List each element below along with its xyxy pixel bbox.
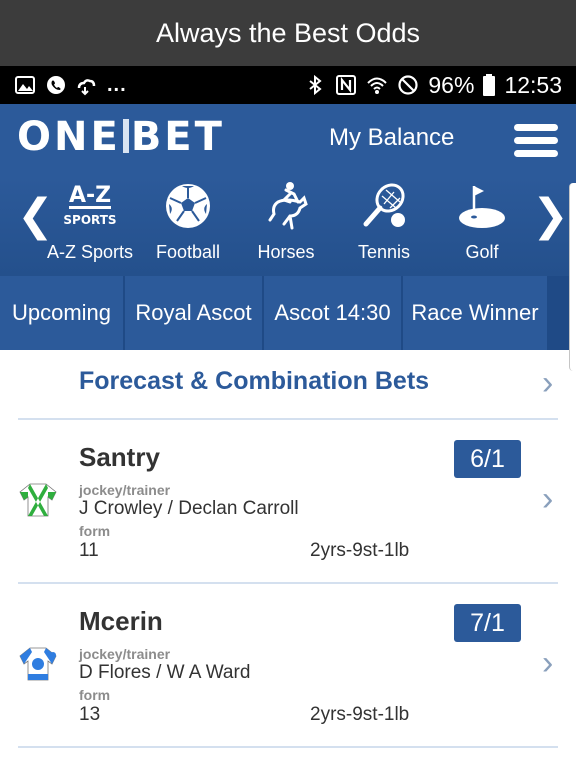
app-header: ONE BET My Balance (0, 104, 576, 176)
odds-button[interactable]: 6/1 (454, 440, 521, 478)
sport-item-football[interactable]: Football (140, 180, 236, 263)
sport-item-golf[interactable]: Golf (434, 180, 530, 263)
app-store-caption: Always the Best Odds (0, 0, 576, 66)
gallery-icon (15, 76, 35, 94)
sport-label: Tennis (357, 242, 411, 262)
form-value: 13 (79, 704, 101, 725)
sport-label: A-Z Sports (46, 242, 134, 262)
jockey-silk-icon (19, 483, 57, 517)
jockey-silk-icon (19, 647, 57, 681)
form-value: 11 (79, 540, 99, 561)
do-not-disturb-icon (398, 75, 418, 95)
tab-upcoming[interactable]: Upcoming (0, 276, 125, 350)
logo-divider (122, 119, 129, 153)
form-label: form (79, 523, 111, 539)
battery-icon (483, 74, 496, 96)
nfc-icon (336, 75, 357, 95)
logo-text-left: ONE (17, 114, 121, 160)
jockey-trainer-label: jockey/trainer (79, 646, 171, 662)
forecast-combination-row[interactable]: Forecast & Combination Bets › (18, 350, 558, 420)
sport-item-tennis[interactable]: Tennis (336, 180, 432, 263)
sport-label: Golf (465, 242, 499, 262)
chevron-right-icon: › (542, 480, 554, 518)
runner-name: Mcerin (79, 606, 163, 636)
odds-button[interactable]: 7/1 (454, 604, 521, 642)
onebet-logo[interactable]: ONE BET (17, 117, 225, 157)
age-weight-value: 2yrs-9st-1lb (310, 540, 410, 561)
az-sports-icon: A-Z SPORTS (63, 183, 116, 227)
sport-label: Football (155, 242, 221, 262)
jockey-trainer-label: jockey/trainer (79, 482, 171, 498)
form-label: form (79, 687, 111, 703)
golf-icon (459, 186, 505, 228)
runner-row[interactable]: Santry 6/1 jockey/trainer J Crowley / De… (18, 420, 558, 584)
sport-item-horses[interactable]: Horses (238, 180, 334, 263)
football-icon (166, 184, 210, 228)
tab-ascot-1430[interactable]: Ascot 14:30 (264, 276, 403, 350)
more-notifications: ... (107, 73, 127, 96)
whatsapp-icon (47, 76, 65, 94)
status-bar: ... 96% 12:53 (0, 66, 576, 104)
forecast-title: Forecast & Combination Bets (79, 367, 430, 395)
bluetooth-icon (309, 74, 322, 96)
jockey-trainer-value: J Crowley / Declan Carroll (79, 498, 299, 519)
chevron-right-icon: › (542, 644, 554, 682)
age-weight-value: 2yrs-9st-1lb (310, 704, 410, 725)
cloud-sync-icon (77, 79, 96, 96)
svg-text:SPORTS: SPORTS (63, 213, 116, 227)
jockey-trainer-value: D Flores / W A Ward (79, 662, 251, 683)
sport-label: Horses (257, 242, 315, 262)
hamburger-menu-icon[interactable] (514, 124, 558, 158)
my-balance-link[interactable]: My Balance (329, 124, 454, 152)
clock: 12:53 (504, 71, 562, 98)
race-subtabs: Upcoming Royal Ascot Ascot 14:30 Race Wi… (0, 276, 576, 350)
runner-row[interactable]: Mcerin 7/1 jockey/trainer D Flores / W A… (18, 584, 558, 748)
tennis-icon (363, 183, 405, 227)
sport-item-az-sports[interactable]: A-Z SPORTS A-Z Sports (42, 180, 138, 263)
battery-percent: 96% (428, 71, 475, 98)
scroll-indicator[interactable] (569, 183, 576, 371)
runner-name: Santry (79, 442, 160, 472)
svg-text:A-Z: A-Z (69, 183, 111, 208)
tab-race-winner[interactable]: Race Winner (403, 276, 549, 350)
carousel-next-arrow[interactable]: ❯ (532, 194, 569, 238)
wifi-icon (367, 77, 388, 94)
horse-icon (268, 182, 308, 230)
sports-carousel: ❮ A-Z SPORTS A-Z Sports Football Horses (0, 176, 576, 276)
chevron-right-icon: › (542, 364, 554, 402)
logo-text-right: BET (130, 114, 225, 160)
tab-royal-ascot[interactable]: Royal Ascot (125, 276, 264, 350)
